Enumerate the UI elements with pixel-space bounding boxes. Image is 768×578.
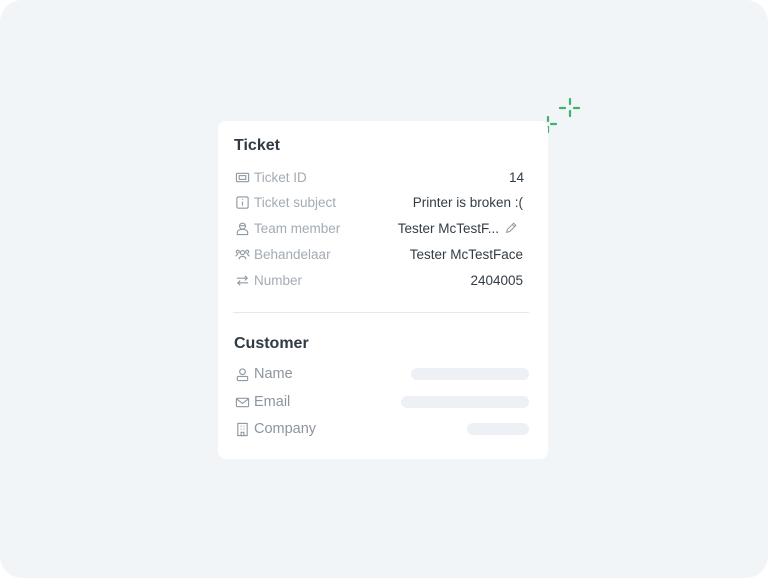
edit-pencil-icon[interactable] xyxy=(504,221,518,235)
number-label: Number xyxy=(254,272,303,288)
ticket-icon xyxy=(234,169,250,185)
team-member-label: Team member xyxy=(254,220,341,236)
ticket-id-label: Ticket ID xyxy=(254,169,307,185)
group-icon xyxy=(234,246,250,262)
agent-icon xyxy=(234,220,250,236)
team-member-value: Tester McTestF... xyxy=(398,221,518,236)
team-member-row: Team member Tester McTestF... xyxy=(234,218,518,238)
customer-name-label: Name xyxy=(254,366,293,382)
ticket-subject-value: Printer is broken :( xyxy=(412,194,523,210)
person-icon xyxy=(234,366,250,382)
number-row: Number 2404005 xyxy=(234,270,523,290)
mail-icon xyxy=(234,394,250,410)
behandelaar-row: Behandelaar Tester McTestFace xyxy=(234,244,523,264)
customer-email-label: Email xyxy=(254,394,291,410)
behandelaar-label: Behandelaar xyxy=(254,246,331,262)
behandelaar-value: Tester McTestFace xyxy=(409,246,523,262)
ticket-subject-label: Ticket subject xyxy=(254,194,337,210)
section-divider xyxy=(233,312,529,313)
ticket-subject-row: Ticket subject Printer is broken :( xyxy=(234,192,523,212)
building-icon xyxy=(234,421,250,437)
ticket-section-title: Ticket xyxy=(234,137,280,154)
customer-company-skeleton xyxy=(467,423,529,435)
arrows-icon xyxy=(234,272,250,288)
customer-section-title: Customer xyxy=(234,335,309,352)
customer-name-skeleton xyxy=(411,368,529,380)
number-value: 2404005 xyxy=(470,272,523,288)
ticket-id-row: Ticket ID 14 xyxy=(234,167,524,187)
ticket-id-value: 14 xyxy=(508,169,524,185)
info-icon xyxy=(234,194,250,210)
customer-company-label: Company xyxy=(254,421,317,437)
customer-email-skeleton xyxy=(401,396,529,408)
ticket-details-card: Ticket Ticket ID 14 Ticket subject Print… xyxy=(218,121,548,459)
team-member-name: Tester McTestF... xyxy=(397,220,499,236)
